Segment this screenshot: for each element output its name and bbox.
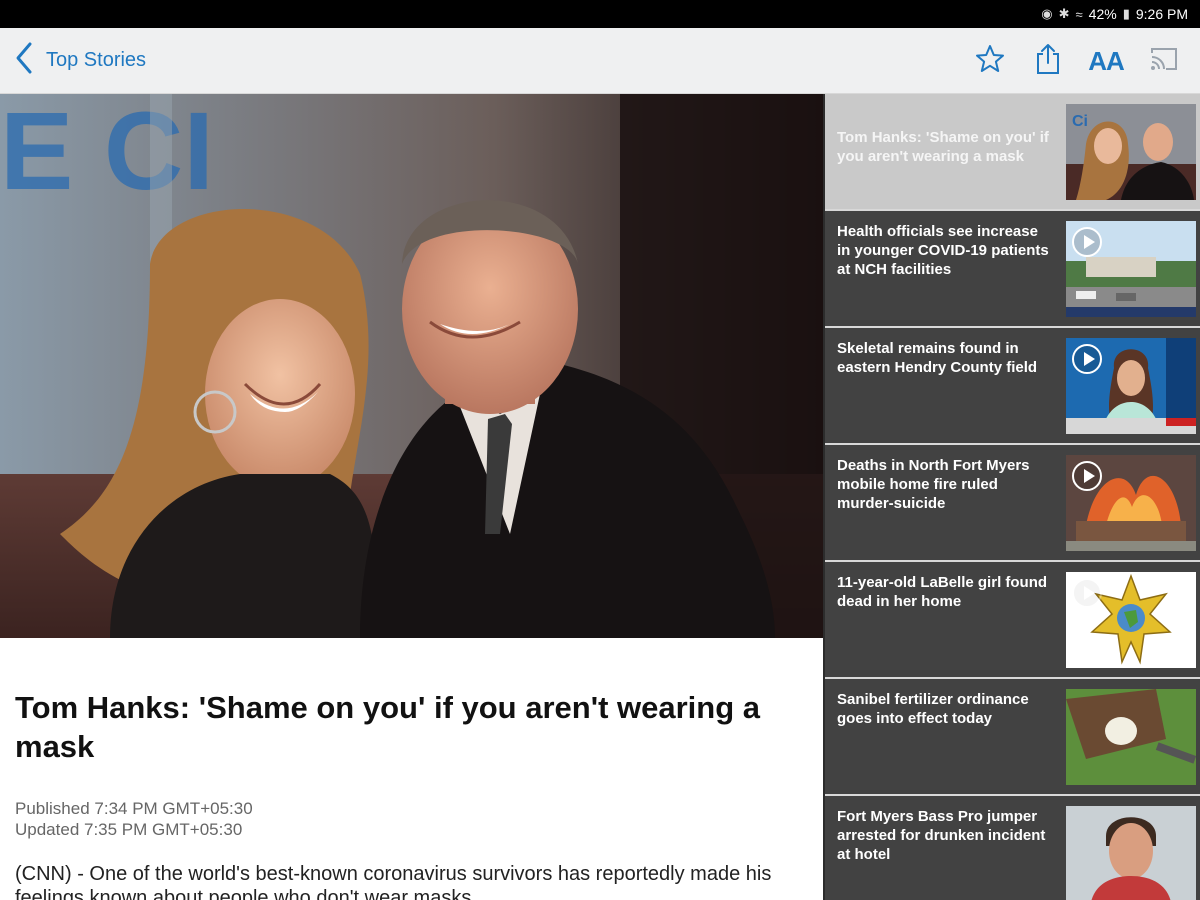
app-toolbar: Top Stories AA	[0, 28, 1200, 94]
star-icon	[974, 43, 1006, 80]
story-thumbnail	[1066, 455, 1196, 551]
story-title: Deaths in North Fort Myers mobile home f…	[837, 457, 1030, 512]
story-thumbnail	[1066, 806, 1196, 900]
story-item[interactable]: Deaths in North Fort Myers mobile home f…	[825, 445, 1200, 562]
story-item[interactable]: Tom Hanks: 'Shame on you' if you aren't …	[825, 94, 1200, 211]
story-title: 11-year-old LaBelle girl found dead in h…	[837, 574, 1048, 610]
story-item[interactable]: Skeletal remains found in eastern Hendry…	[825, 328, 1200, 445]
article-meta: Published 7:34 PM GMT+05:30 Updated 7:35…	[15, 798, 808, 840]
story-thumbnail	[1066, 689, 1196, 785]
svg-text:E CI: E CI	[0, 94, 214, 213]
play-icon	[1072, 578, 1102, 608]
article-body: (CNN) - One of the world's best-known co…	[15, 863, 772, 900]
related-stories-list[interactable]: Tom Hanks: 'Shame on you' if you aren't …	[823, 94, 1200, 900]
toolbar-actions: AA	[972, 28, 1182, 94]
published-time: Published 7:34 PM GMT+05:30	[15, 799, 253, 818]
bluetooth-icon: ✱	[1058, 6, 1070, 21]
cast-icon	[1148, 43, 1180, 80]
story-title: Skeletal remains found in eastern Hendry…	[837, 340, 1038, 376]
status-bar: ◉ ✱ ≈ 42% ▮ 9:26 PM	[0, 0, 1200, 28]
chevron-left-icon	[12, 40, 36, 81]
story-item[interactable]: Sanibel fertilizer ordinance goes into e…	[825, 679, 1200, 796]
story-title: Fort Myers Bass Pro jumper arrested for …	[837, 808, 1046, 863]
share-button[interactable]	[1030, 41, 1066, 81]
story-thumbnail	[1066, 221, 1196, 317]
text-size-icon: AA	[1088, 45, 1125, 76]
text-size-button[interactable]: AA	[1088, 41, 1125, 81]
story-thumbnail	[1066, 338, 1196, 434]
play-icon	[1072, 344, 1102, 374]
updated-time: Updated 7:35 PM GMT+05:30	[15, 820, 243, 839]
battery-icon: ▮	[1122, 6, 1130, 21]
play-icon	[1072, 227, 1102, 257]
back-button[interactable]: Top Stories	[12, 40, 146, 81]
story-thumbnail: Ci	[1066, 104, 1196, 200]
battery-percent: 42%	[1088, 6, 1117, 22]
play-icon	[1072, 461, 1102, 491]
story-title: Sanibel fertilizer ordinance goes into e…	[837, 691, 1029, 727]
article-content: Tom Hanks: 'Shame on you' if you aren't …	[0, 638, 823, 900]
share-icon	[1032, 43, 1064, 80]
story-item[interactable]: Fort Myers Bass Pro jumper arrested for …	[825, 796, 1200, 900]
cast-button[interactable]	[1146, 41, 1182, 81]
story-title: Health officials see increase in younger…	[837, 223, 1049, 278]
svg-text:Ci: Ci	[1072, 113, 1088, 130]
story-title: Tom Hanks: 'Shame on you' if you aren't …	[837, 129, 1049, 165]
article-headline: Tom Hanks: 'Shame on you' if you aren't …	[15, 690, 761, 764]
wifi-icon: ≈	[1075, 6, 1083, 22]
clock: 9:26 PM	[1135, 6, 1188, 22]
back-label: Top Stories	[46, 49, 147, 71]
favorite-button[interactable]	[972, 41, 1008, 81]
article-hero-image: E CI	[0, 94, 823, 638]
story-item[interactable]: Health officials see increase in younger…	[825, 211, 1200, 328]
story-item[interactable]: 11-year-old LaBelle girl found dead in h…	[825, 562, 1200, 679]
location-icon: ◉	[1041, 6, 1053, 21]
story-thumbnail	[1066, 572, 1196, 668]
